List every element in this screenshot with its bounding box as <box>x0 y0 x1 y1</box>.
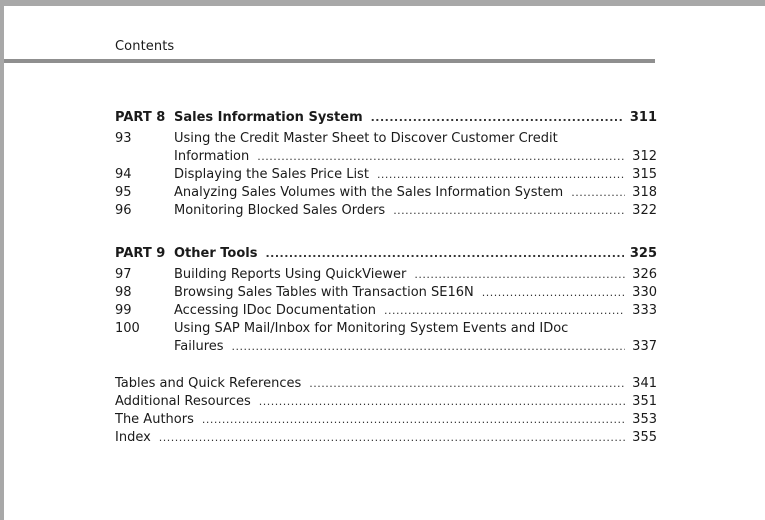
toc-back-matter-authors[interactable]: The Authors 353 <box>115 411 657 429</box>
page-number: 355 <box>632 430 657 445</box>
chapter-title: Displaying the Sales Price List <box>174 167 369 182</box>
entry-title: The Authors <box>115 412 194 427</box>
toc-chapter-99[interactable]: 99 Accessing IDoc Documentation 333 <box>115 302 657 320</box>
entry-title: Tables and Quick References <box>115 376 302 391</box>
chapter-number: 100 <box>115 321 140 336</box>
page-number: 333 <box>632 303 657 318</box>
page-number: 325 <box>629 246 657 261</box>
dot-leader <box>371 107 624 129</box>
header-rule <box>4 59 655 63</box>
toc-chapter-98[interactable]: 98 Browsing Sales Tables with Transactio… <box>115 284 657 302</box>
dot-leader <box>159 429 625 447</box>
dot-leader <box>384 302 625 320</box>
toc-chapter-97[interactable]: 97 Building Reports Using QuickViewer 32… <box>115 266 657 284</box>
dot-leader <box>232 338 625 356</box>
dot-leader <box>377 166 625 184</box>
document-page: Contents PART 8 Sales Information System… <box>4 6 765 520</box>
chapter-number: 96 <box>115 203 132 218</box>
chapter-number: 99 <box>115 303 132 318</box>
running-head: Contents <box>115 39 175 54</box>
chapter-title: Analyzing Sales Volumes with the Sales I… <box>174 185 564 200</box>
toc-chapter-93[interactable]: 93 Using the Credit Master Sheet to Disc… <box>115 130 657 166</box>
chapter-title: Monitoring Blocked Sales Orders <box>174 203 386 218</box>
part-label: PART 9 <box>115 246 166 261</box>
chapter-title: Building Reports Using QuickViewer <box>174 267 407 282</box>
dot-leader <box>482 284 625 302</box>
entry-title: Additional Resources <box>115 394 251 409</box>
part-label: PART 8 <box>115 110 166 125</box>
toc-back-matter-tables[interactable]: Tables and Quick References 341 <box>115 375 657 393</box>
chapter-number: 98 <box>115 285 132 300</box>
table-of-contents: PART 8 Sales Information System 311 93 U… <box>115 107 657 447</box>
dot-leader <box>257 148 625 166</box>
page-number: 337 <box>632 339 657 354</box>
entry-title: Index <box>115 430 151 445</box>
chapter-title: Using the Credit Master Sheet to Discove… <box>174 131 558 146</box>
toc-part-8[interactable]: PART 8 Sales Information System 311 <box>115 107 657 129</box>
dot-leader <box>309 375 625 393</box>
page-number: 322 <box>632 203 657 218</box>
toc-chapter-95[interactable]: 95 Analyzing Sales Volumes with the Sale… <box>115 184 657 202</box>
page-number: 351 <box>632 394 657 409</box>
chapter-number: 95 <box>115 185 132 200</box>
page-number: 341 <box>632 376 657 391</box>
chapter-number: 97 <box>115 267 132 282</box>
toc-back-matter-index[interactable]: Index 355 <box>115 429 657 447</box>
chapter-title: Browsing Sales Tables with Transaction S… <box>174 285 474 300</box>
chapter-title-continued: Information <box>174 149 250 164</box>
part-title: Other Tools <box>174 246 258 261</box>
page-number: 353 <box>632 412 657 427</box>
page-number: 312 <box>632 149 657 164</box>
toc-chapter-94[interactable]: 94 Displaying the Sales Price List 315 <box>115 166 657 184</box>
page-number: 318 <box>632 185 657 200</box>
toc-chapter-100[interactable]: 100 Using SAP Mail/Inbox for Monitoring … <box>115 320 657 356</box>
chapter-title: Accessing IDoc Documentation <box>174 303 377 318</box>
page-number: 330 <box>632 285 657 300</box>
part-title: Sales Information System <box>174 110 363 125</box>
toc-chapter-96[interactable]: 96 Monitoring Blocked Sales Orders 322 <box>115 202 657 220</box>
dot-leader <box>259 393 625 411</box>
chapter-title-continued: Failures <box>174 339 224 354</box>
chapter-number: 94 <box>115 167 132 182</box>
dot-leader <box>265 243 623 265</box>
page-number: 326 <box>632 267 657 282</box>
dot-leader <box>202 411 625 429</box>
toc-back-matter-resources[interactable]: Additional Resources 351 <box>115 393 657 411</box>
page-number: 315 <box>632 167 657 182</box>
dot-leader <box>393 202 625 220</box>
chapter-title: Using SAP Mail/Inbox for Monitoring Syst… <box>174 321 569 336</box>
page-number: 311 <box>629 110 657 125</box>
dot-leader <box>414 266 625 284</box>
dot-leader <box>571 184 625 202</box>
chapter-number: 93 <box>115 131 132 146</box>
toc-part-9[interactable]: PART 9 Other Tools 325 <box>115 243 657 265</box>
